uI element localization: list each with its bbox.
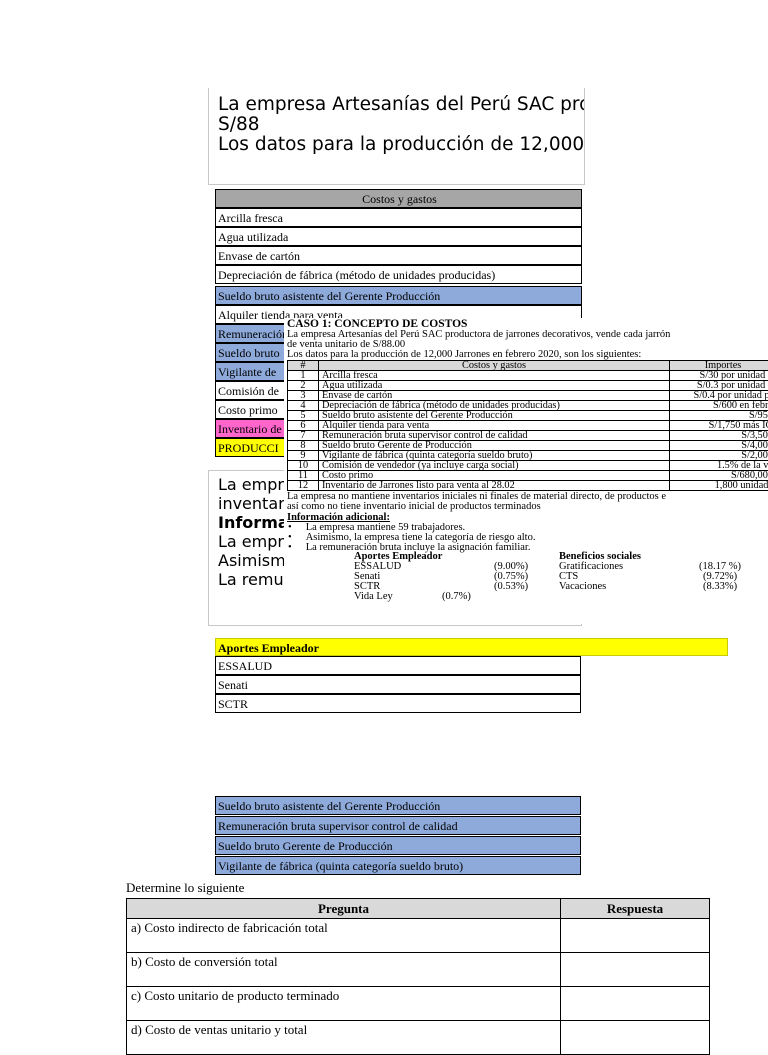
costs-row: Envase de cartón: [215, 246, 582, 265]
table-row: d) Costo de ventas unitario y total: [127, 1021, 710, 1055]
cell: Depreciación de fábrica (método de unida…: [319, 401, 670, 411]
cell: S/0.4 por unidad pr: [670, 391, 768, 401]
costs-row: Arcilla fresca: [215, 208, 582, 227]
case-intro-3: Los datos para la producción de 12,000 J…: [287, 350, 641, 361]
table-row: 2Agua utilizadaS/0.3 por unidad p: [288, 381, 768, 391]
table-row: 4Depreciación de fábrica (método de unid…: [288, 401, 768, 411]
table-row: 5Sueldo bruto asistente del Gerente Prod…: [288, 411, 768, 421]
salary-row: Vigilante de fábrica (quinta categoría s…: [215, 856, 581, 875]
questions-title: Determine lo siguiente: [126, 880, 244, 896]
cell: Alquiler tienda para venta: [319, 421, 670, 431]
aportes-row: SCTR: [215, 694, 581, 713]
costs-table-header: Costos y gastos: [215, 189, 582, 208]
cell: S/1,750 más IG: [670, 421, 768, 431]
header-line-3: Los datos para la producción de 12,000 J…: [218, 135, 584, 155]
cell: S/0.3 por unidad p: [670, 381, 768, 391]
cell: Sueldo bruto asistente del Gerente Produ…: [319, 411, 670, 421]
table-row: 8Sueldo bruto Gerente de ProducciónS/4,0…: [288, 441, 768, 451]
cell: S/3,500: [670, 431, 768, 441]
salary-row: Sueldo bruto asistente del Gerente Produ…: [215, 796, 581, 815]
table-row: 10Comisión de vendedor (ya incluye carga…: [288, 461, 768, 471]
table-row: c) Costo unitario de producto terminado: [127, 987, 710, 1021]
bullet-icon: •: [288, 542, 292, 553]
employer-pct: (0.7%): [442, 592, 471, 603]
table-row: 3Envase de cartónS/0.4 por unidad pr: [288, 391, 768, 401]
case-col-num: #: [288, 361, 319, 371]
cell: S/30 por unidad p: [670, 371, 768, 381]
costs-row: Sueldo bruto asistente del Gerente Produ…: [215, 286, 582, 305]
salary-row: Sueldo bruto Gerente de Producción: [215, 836, 581, 855]
col-question: Pregunta: [127, 899, 561, 919]
table-row: 1Arcilla frescaS/30 por unidad p: [288, 371, 768, 381]
cell: S/680,000: [670, 471, 768, 481]
cell: Envase de cartón: [319, 391, 670, 401]
question-text: d) Costo de ventas unitario y total: [127, 1021, 561, 1055]
cell: 5: [288, 411, 319, 421]
cell: 9: [288, 451, 319, 461]
case-overlay: CASO 1: CONCEPTO DE COSTOS La empresa Ar…: [284, 318, 768, 624]
cell: S/4,000: [670, 441, 768, 451]
cell: 12: [288, 481, 319, 491]
cell: 1,800 unidade: [670, 481, 768, 491]
question-text: a) Costo indirecto de fabricación total: [127, 919, 561, 953]
costs-row: Depreciación de fábrica (método de unida…: [215, 265, 582, 284]
cell: 2: [288, 381, 319, 391]
table-row: 6Alquiler tienda para ventaS/1,750 más I…: [288, 421, 768, 431]
table-row: 7Remuneración bruta supervisor control d…: [288, 431, 768, 441]
case-col-item: Costos y gastos: [319, 361, 670, 371]
table-row: a) Costo indirecto de fabricación total: [127, 919, 710, 953]
header-box: La empresa Artesanías del Perú SAC produ…: [208, 88, 585, 185]
case-title: CASO 1: CONCEPTO DE COSTOS: [287, 319, 467, 330]
question-text: c) Costo unitario de producto terminado: [127, 987, 561, 1021]
cell: Costo primo: [319, 471, 670, 481]
cell: S/950: [670, 411, 768, 421]
header-line-1: La empresa Artesanías del Perú SAC produ…: [218, 95, 584, 115]
table-row: b) Costo de conversión total: [127, 953, 710, 987]
answer-cell[interactable]: [561, 919, 710, 953]
cell: S/600 en febre: [670, 401, 768, 411]
cell: 6: [288, 421, 319, 431]
cell: 10: [288, 461, 319, 471]
case-col-amount: Importes: [670, 361, 768, 371]
aportes-row: Senati: [215, 675, 581, 694]
cell: Inventario de Jarrones listo para venta …: [319, 481, 670, 491]
aportes-row: ESSALUD: [215, 656, 581, 675]
employer-pct: (0.53%): [494, 582, 528, 593]
costs-row: Agua utilizada: [215, 227, 582, 246]
answer-cell[interactable]: [561, 1021, 710, 1055]
cell: Vigilante de fábrica (quinta categoría s…: [319, 451, 670, 461]
cell: 3: [288, 391, 319, 401]
cell: 8: [288, 441, 319, 451]
employer-name: Vida Ley: [354, 592, 393, 603]
benefit-name: Vacaciones: [559, 582, 606, 593]
cell: 7: [288, 431, 319, 441]
table-row: 12Inventario de Jarrones listo para vent…: [288, 481, 768, 491]
aportes-header: Aportes Empleador: [215, 638, 728, 656]
cell: Sueldo bruto Gerente de Producción: [319, 441, 670, 451]
table-row: 11Costo primoS/680,000: [288, 471, 768, 481]
cell: 11: [288, 471, 319, 481]
answer-cell[interactable]: [561, 987, 710, 1021]
cell: Comisión de vendedor (ya incluye carga s…: [319, 461, 670, 471]
questions-table: Pregunta Respuesta a) Costo indirecto de…: [126, 898, 710, 1055]
cell: Arcilla fresca: [319, 371, 670, 381]
case-costs-table: # Costos y gastos Importes 1Arcilla fres…: [287, 360, 768, 491]
cell: 1.5% de la ve: [670, 461, 768, 471]
header-line-2: S/88: [218, 115, 584, 135]
cell: 1: [288, 371, 319, 381]
cell: Agua utilizada: [319, 381, 670, 391]
benefit-pct: (8.33%): [703, 582, 737, 593]
cell: 4: [288, 401, 319, 411]
answer-cell[interactable]: [561, 953, 710, 987]
col-answer: Respuesta: [561, 899, 710, 919]
salary-row: Remuneración bruta supervisor control de…: [215, 816, 581, 835]
cell: S/2,000: [670, 451, 768, 461]
table-row: 9Vigilante de fábrica (quinta categoría …: [288, 451, 768, 461]
case-note-2: así como no tiene inventario inicial de …: [287, 502, 541, 513]
cell: Remuneración bruta supervisor control de…: [319, 431, 670, 441]
question-text: b) Costo de conversión total: [127, 953, 561, 987]
